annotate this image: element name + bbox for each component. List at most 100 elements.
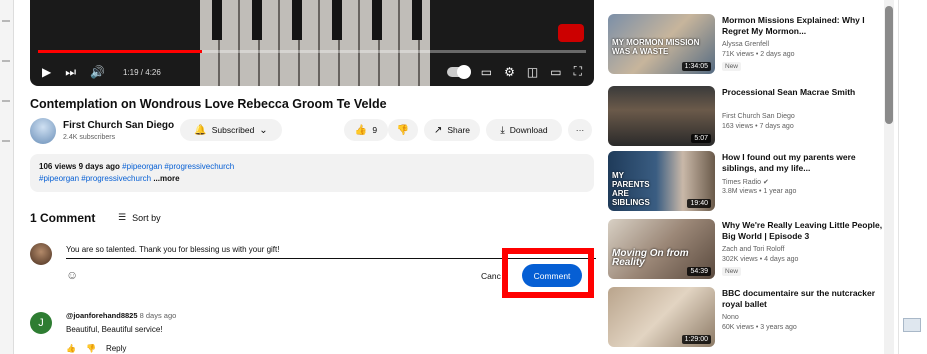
video-duration: 1:29:00 <box>681 335 711 344</box>
share-label: Share <box>447 125 471 135</box>
progress-bar[interactable] <box>38 50 586 53</box>
emoji-icon[interactable]: ☺ <box>66 268 78 282</box>
sort-by-button[interactable]: ☰ Sort by <box>118 212 161 223</box>
thumbs-down-icon[interactable]: 👎 <box>86 344 96 353</box>
related-meta: 71K views • 2 days ago <box>722 51 795 58</box>
description-tags[interactable]: #pipeorgan #progressivechurch <box>122 162 234 171</box>
more-actions-button[interactable]: ··· <box>568 119 592 141</box>
captions-icon[interactable]: ▭ <box>481 65 492 79</box>
autoplay-toggle[interactable] <box>446 64 471 79</box>
video-thumbnail[interactable]: Moving On from Reality 54:39 <box>608 219 715 279</box>
related-title[interactable]: Processional Sean Macrae Smith <box>722 87 886 98</box>
reply-button[interactable]: Reply <box>106 344 126 353</box>
related-channel[interactable]: First Church San Diego <box>722 113 795 120</box>
scrollbar-thumb[interactable] <box>885 6 893 124</box>
window-thumbnail-icon <box>903 318 921 332</box>
progress-fill <box>38 50 203 53</box>
settings-icon[interactable]: ⚙ <box>504 65 515 79</box>
thumbs-down-icon: 👎 <box>396 124 410 136</box>
related-video[interactable]: MY MORMON MISSION WAS A WASTE 1:34:05 Mo… <box>608 14 888 78</box>
next-icon[interactable]: ⏭ <box>65 65 76 80</box>
related-videos: MY MORMON MISSION WAS A WASTE 1:34:05 Mo… <box>608 0 888 354</box>
download-button[interactable]: ⤓ Download <box>486 119 562 141</box>
channel-avatar[interactable] <box>30 118 56 144</box>
channel-watermark-icon <box>558 24 584 42</box>
related-video[interactable]: 5:07 Processional Sean Macrae Smith Firs… <box>608 86 888 150</box>
related-channel[interactable]: Times Radio ✔ <box>722 178 769 186</box>
related-video[interactable]: MY PARENTS ARE SIBLINGS 19:40 How I foun… <box>608 151 888 215</box>
download-icon: ⤓ <box>500 124 505 136</box>
player-controls: ▶ ⏭ 🔊 1:19 / 4:26 ▭ ⚙ ◫ ▭ ⛶ <box>30 60 594 84</box>
more-actions-label: ··· <box>575 125 585 135</box>
description-tags-2[interactable]: #pipeorgan #progressivechurch <box>39 174 151 183</box>
commenter-avatar[interactable]: J <box>30 312 52 334</box>
show-more-link[interactable]: ...more <box>153 174 179 183</box>
video-duration: 19:40 <box>687 199 711 208</box>
scrollbar[interactable] <box>884 0 894 354</box>
comment-author: @joanforehand8825 8 days ago <box>66 311 176 320</box>
video-duration: 54:39 <box>687 267 711 276</box>
video-player[interactable]: ▶ ⏭ 🔊 1:19 / 4:26 ▭ ⚙ ◫ ▭ ⛶ <box>30 0 594 86</box>
related-title[interactable]: How I found out my parents were siblings… <box>722 152 886 174</box>
download-label: Download <box>509 125 548 135</box>
description-meta: 106 views 9 days ago <box>39 162 120 171</box>
description-box[interactable]: 106 views 9 days ago #pipeorgan #progres… <box>30 154 594 192</box>
miniplayer-icon[interactable]: ◫ <box>527 65 538 79</box>
channel-row: First Church San Diego 2.4K subscribers … <box>30 118 596 144</box>
subscribed-button[interactable]: 🔔 Subscribed ⌄ <box>180 119 282 141</box>
thumbnail-overlay-text: MY MORMON MISSION WAS A WASTE <box>612 38 700 56</box>
video-thumbnail[interactable]: MY PARENTS ARE SIBLINGS 19:40 <box>608 151 715 211</box>
channel-name[interactable]: First Church San Diego <box>63 120 174 131</box>
video-duration: 5:07 <box>691 134 711 143</box>
video-duration: 1:34:05 <box>681 62 711 71</box>
highlight-box <box>502 248 594 298</box>
related-channel[interactable]: Nono <box>722 314 739 321</box>
related-channel[interactable]: Zach and Tori Roloff <box>722 246 784 253</box>
thumbs-up-icon[interactable]: 👍 <box>66 344 76 353</box>
thumbs-up-icon: 👍 <box>354 124 368 136</box>
sort-icon: ☰ <box>118 212 127 222</box>
video-title: Contemplation on Wondrous Love Rebecca G… <box>30 97 387 111</box>
subscribed-label: Subscribed <box>211 125 255 135</box>
video-thumbnail[interactable]: 1:29:00 <box>608 287 715 347</box>
thumbnail-overlay-text: Moving On from Reality <box>612 248 689 268</box>
theater-icon[interactable]: ▭ <box>550 65 561 79</box>
related-meta: 3.8M views • 1 year ago <box>722 188 797 195</box>
dislike-button[interactable]: 👎 <box>388 119 418 141</box>
related-meta: 163 views • 7 days ago <box>722 123 794 130</box>
video-thumbnail[interactable]: 5:07 <box>608 86 715 146</box>
new-badge: New <box>722 267 742 276</box>
like-count: 9 <box>372 125 378 135</box>
related-channel[interactable]: Alyssa Grenfell <box>722 41 769 48</box>
related-title[interactable]: BBC documentaire sur the nutcracker roya… <box>722 288 886 310</box>
subscriber-count: 2.4K subscribers <box>63 134 116 141</box>
fullscreen-icon[interactable]: ⛶ <box>574 64 582 79</box>
comment-actions: 👍 👎 Reply <box>66 344 126 353</box>
related-meta: 60K views • 3 years ago <box>722 324 797 331</box>
edge-tick <box>2 20 10 22</box>
related-video[interactable]: Moving On from Reality 54:39 Why We're R… <box>608 219 888 283</box>
sort-by-label: Sort by <box>132 212 161 223</box>
description-line1: 106 views 9 days ago #pipeorgan #progres… <box>39 161 585 173</box>
comments-count: 1 Comment <box>30 211 96 225</box>
related-meta: 302K views • 4 days ago <box>722 256 799 263</box>
video-frame-black-keys <box>200 0 430 40</box>
volume-icon[interactable]: 🔊 <box>90 65 105 79</box>
video-thumbnail[interactable]: MY MORMON MISSION WAS A WASTE 1:34:05 <box>608 14 715 74</box>
edge-tick <box>2 60 10 62</box>
like-button[interactable]: 👍 9 <box>344 119 388 141</box>
comment-text: Beautiful, Beautiful service! <box>66 325 163 334</box>
description-line2: #pipeorgan #progressivechurch ...more <box>39 173 585 185</box>
share-icon: ↗ <box>433 124 443 136</box>
related-video[interactable]: 1:29:00 BBC documentaire sur the nutcrac… <box>608 287 888 351</box>
share-button[interactable]: ↗ Share <box>424 119 480 141</box>
related-title[interactable]: Why We're Really Leaving Little People, … <box>722 220 886 242</box>
thumbnail-overlay-text: MY PARENTS ARE SIBLINGS <box>612 171 650 207</box>
play-icon[interactable]: ▶ <box>42 65 51 79</box>
left-window-edge <box>0 0 14 354</box>
comment-author-name[interactable]: @joanforehand8825 <box>66 311 138 320</box>
related-title[interactable]: Mormon Missions Explained: Why I Regret … <box>722 15 886 37</box>
cancel-button[interactable]: Canc <box>481 271 501 281</box>
comment-time[interactable]: 8 days ago <box>140 311 177 320</box>
bell-icon: 🔔 <box>194 124 207 136</box>
